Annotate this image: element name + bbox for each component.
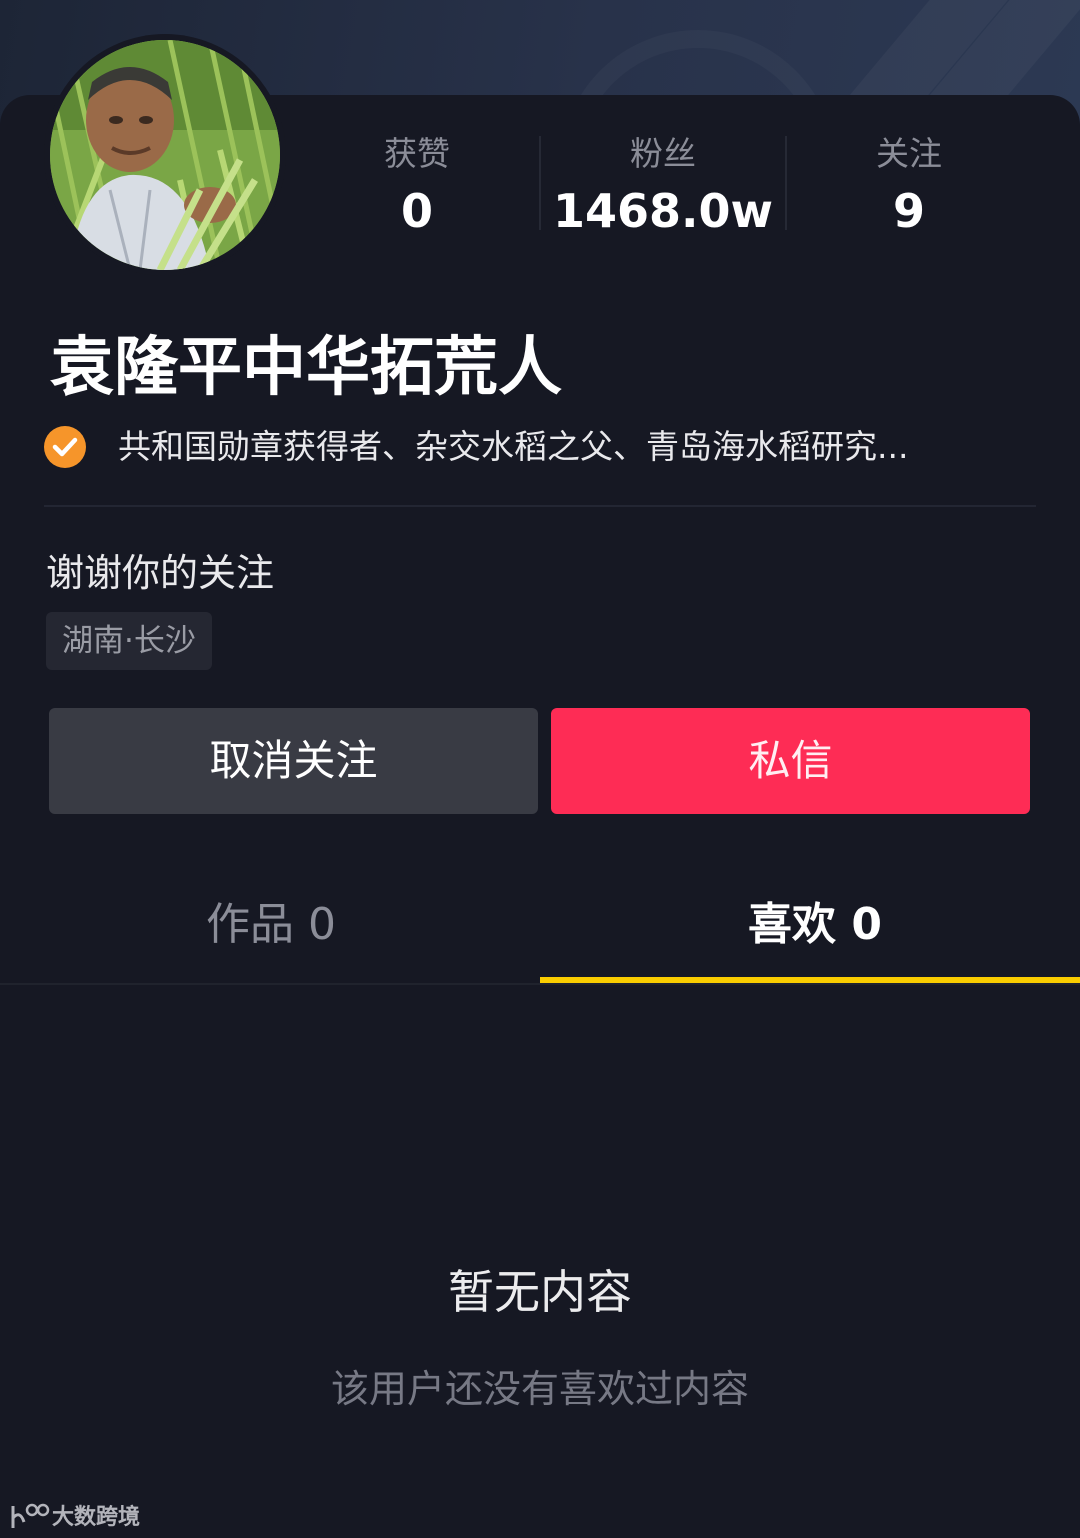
- divider: [44, 505, 1036, 507]
- location-tag: 湖南·长沙: [46, 612, 212, 670]
- stat-following-label: 关注: [876, 134, 942, 173]
- stat-followers[interactable]: 粉丝 1468.0w: [540, 130, 786, 242]
- tab-works[interactable]: 作品 0: [206, 872, 336, 978]
- stat-likes-label: 获赞: [384, 134, 450, 173]
- profile-name: 袁隆平中华拓荒人: [50, 331, 562, 405]
- watermark-logo-icon: [10, 1503, 50, 1538]
- tab-likes[interactable]: 喜欢 0: [748, 872, 882, 978]
- message-button[interactable]: 私信: [551, 708, 1030, 814]
- stat-following-value: 9: [892, 184, 925, 238]
- avatar-photo: [50, 40, 280, 270]
- tab-active-indicator: [540, 977, 1080, 983]
- tabs-baseline: [0, 983, 1080, 985]
- stat-followers-value: 1468.0w: [552, 184, 773, 238]
- profile-stats: 获赞 0 粉丝 1468.0w 关注 9: [294, 130, 1080, 240]
- verification-row[interactable]: 共和国勋章获得者、杂交水稻之父、青岛海水稻研究...: [44, 422, 1034, 472]
- avatar[interactable]: [44, 34, 286, 276]
- watermark-text: 大数跨境: [52, 1505, 141, 1530]
- profile-bio: 谢谢你的关注: [46, 551, 275, 595]
- verified-check-icon: [44, 426, 86, 468]
- watermark: 大数跨境: [10, 1500, 140, 1538]
- unfollow-button[interactable]: 取消关注: [49, 708, 538, 814]
- stat-likes[interactable]: 获赞 0: [294, 130, 540, 242]
- verification-text: 共和国勋章获得者、杂交水稻之父、青岛海水稻研究...: [118, 427, 909, 466]
- empty-state-subtitle: 该用户还没有喜欢过内容: [330, 1367, 749, 1411]
- content-tabs: 作品 0 喜欢 0: [0, 872, 1080, 984]
- stat-followers-label: 粉丝: [630, 134, 696, 173]
- profile-page: 获赞 0 粉丝 1468.0w 关注 9 袁隆平中华拓荒人 共和国勋章获得者、杂…: [0, 0, 1080, 1538]
- stat-following[interactable]: 关注 9: [786, 130, 1032, 242]
- stat-likes-value: 0: [400, 184, 433, 238]
- empty-state-title: 暂无内容: [448, 1265, 632, 1319]
